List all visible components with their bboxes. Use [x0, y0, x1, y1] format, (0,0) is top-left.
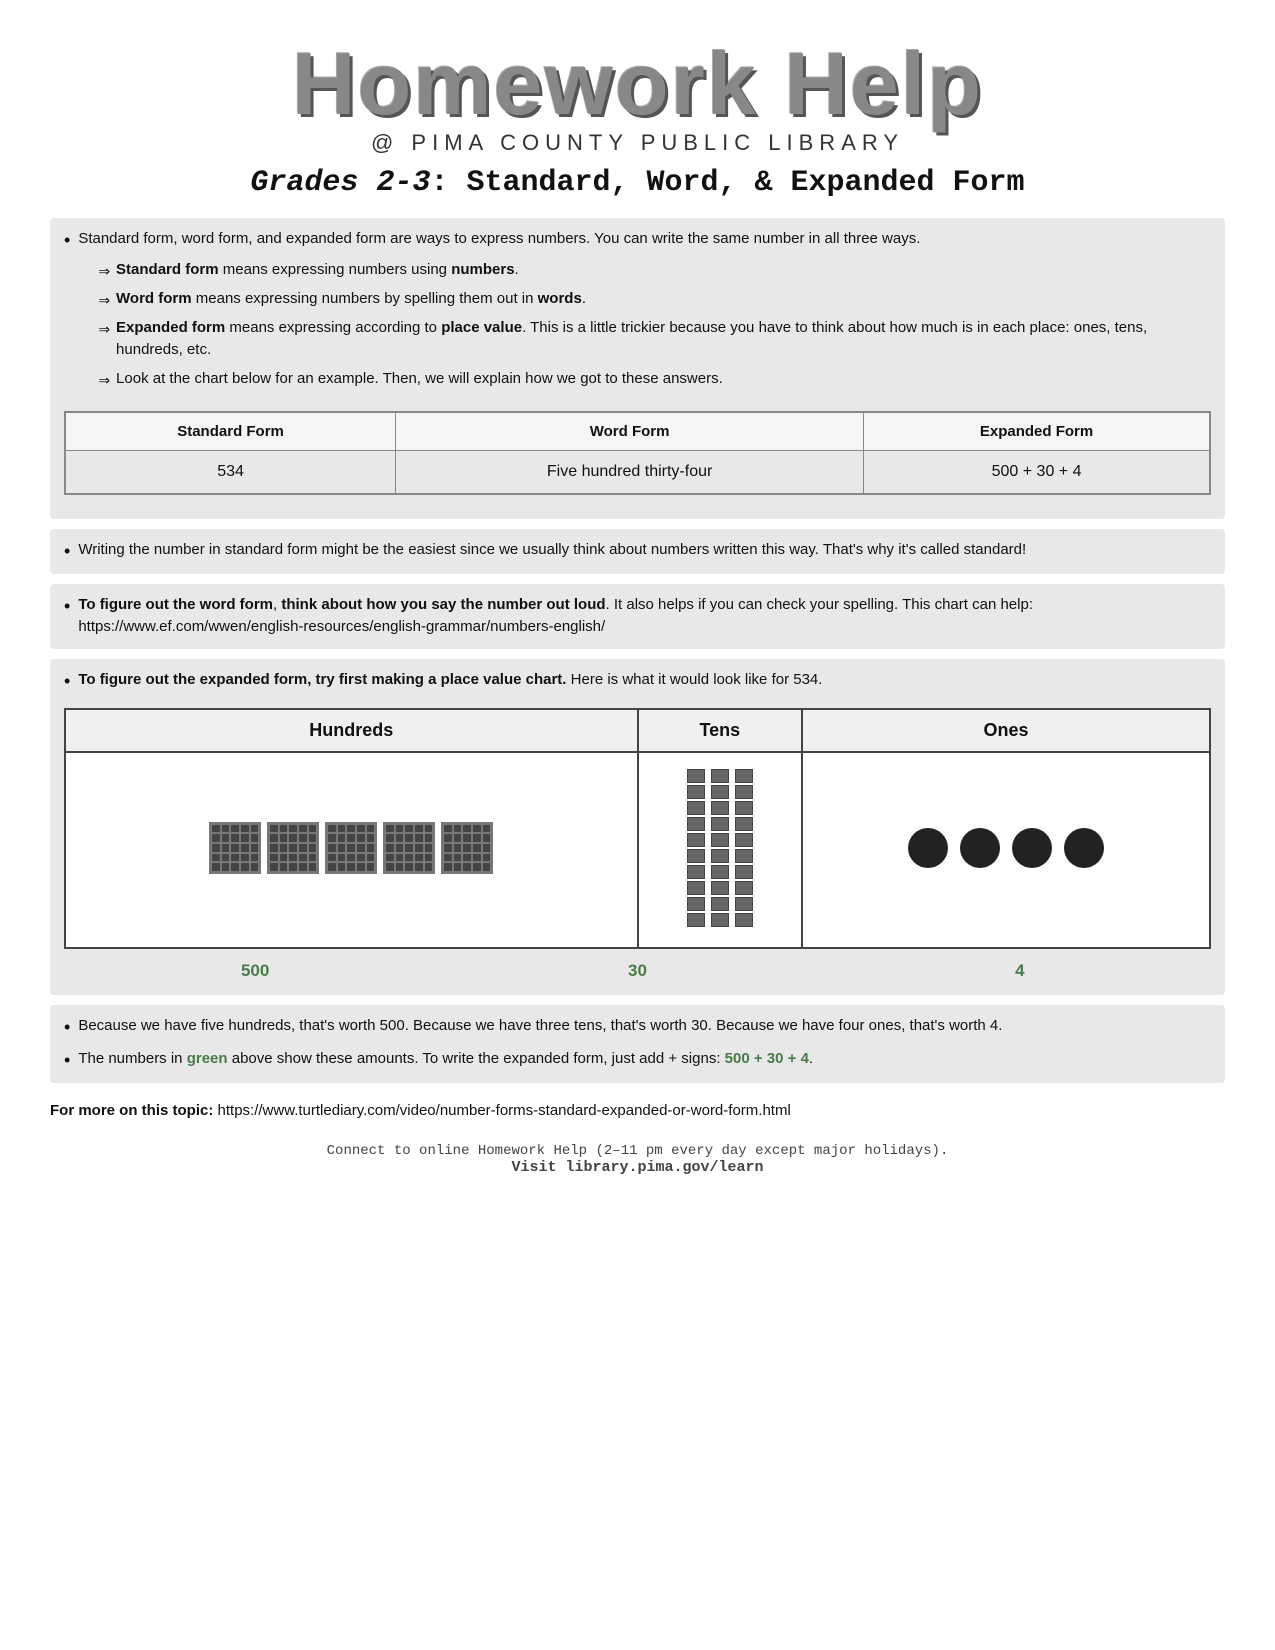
intro-section: • Standard form, word form, and expanded…: [50, 218, 1225, 519]
one-dot-4: [1064, 828, 1104, 868]
footer-line1: Connect to online Homework Help (2–11 pm…: [50, 1143, 1225, 1159]
forms-table: Standard Form Word Form Expanded Form 53…: [64, 411, 1211, 495]
sub-bullet-3: ⇒ Expanded form means expressing accordi…: [98, 317, 1211, 362]
table-header-row: Standard Form Word Form Expanded Form: [65, 412, 1210, 451]
bottom-text-2: The numbers in green above show these am…: [78, 1048, 1211, 1071]
arrow-icon-4: ⇒: [98, 370, 110, 391]
expanded-form-section: • To figure out the expanded form, try f…: [50, 659, 1225, 995]
sub-text-4: Look at the chart below for an example. …: [116, 368, 723, 391]
ones-value: 4: [829, 957, 1211, 985]
footer-line2: Visit library.pima.gov/learn: [50, 1159, 1225, 1176]
word-bullet: • To figure out the word form, think abo…: [64, 594, 1211, 639]
bullet-dot-6: •: [64, 1048, 70, 1073]
standard-bullet: • Writing the number in standard form mi…: [64, 539, 1211, 564]
col-ones: Ones: [802, 709, 1210, 752]
col-expanded-form: Expanded Form: [864, 412, 1210, 451]
place-visual-row: [65, 752, 1210, 948]
place-values-row: 500 30 4: [64, 957, 1211, 985]
hundreds-value: 500: [64, 957, 446, 985]
word-text: To figure out the word form, think about…: [78, 594, 1211, 639]
more-info-section: For more on this topic: https://www.turt…: [50, 1099, 1225, 1123]
one-dot-1: [908, 828, 948, 868]
hundred-block-1: [209, 822, 261, 874]
table-cell-word: Five hundred thirty-four: [396, 450, 864, 494]
bottom-bullet-2: • The numbers in green above show these …: [64, 1048, 1211, 1073]
hundreds-cell: [65, 752, 638, 948]
col-standard-form: Standard Form: [65, 412, 396, 451]
bullet-dot-3: •: [64, 594, 70, 619]
place-header-row: Hundreds Tens Ones: [65, 709, 1210, 752]
hundred-block-4: [383, 822, 435, 874]
hundred-block-2: [267, 822, 319, 874]
tens-rods: [649, 769, 792, 927]
header: Homework Help @ PIMA COUNTY PUBLIC LIBRA…: [50, 40, 1225, 200]
main-title: Homework Help: [50, 40, 1225, 128]
ten-rod-2: [711, 769, 729, 927]
standard-form-section: • Writing the number in standard form mi…: [50, 529, 1225, 574]
arrow-icon-1: ⇒: [98, 261, 110, 282]
intro-bullet: • Standard form, word form, and expanded…: [64, 228, 1211, 397]
tens-value: 30: [446, 957, 828, 985]
footer: Connect to online Homework Help (2–11 pm…: [50, 1143, 1225, 1176]
hundreds-blocks: [76, 822, 627, 874]
place-value-chart: Hundreds Tens Ones: [64, 708, 1211, 949]
green-text: green: [187, 1050, 228, 1067]
sub-bullets: ⇒ Standard form means expressing numbers…: [98, 259, 1211, 391]
intro-text: Standard form, word form, and expanded f…: [78, 228, 1211, 397]
col-tens: Tens: [638, 709, 803, 752]
table-row: 534 Five hundred thirty-four 500 + 30 + …: [65, 450, 1210, 494]
bottom-text-1: Because we have five hundreds, that's wo…: [78, 1015, 1211, 1038]
expanded-bullet: • To figure out the expanded form, try f…: [64, 669, 1211, 694]
ones-cell: [802, 752, 1210, 948]
sub-text-2: Word form means expressing numbers by sp…: [116, 288, 586, 311]
more-info-label: For more on this topic:: [50, 1102, 213, 1119]
bullet-dot-4: •: [64, 669, 70, 694]
grades-label: Grades 2-3: [250, 166, 430, 200]
sub-bullet-4: ⇒ Look at the chart below for an example…: [98, 368, 1211, 391]
ones-dots: [813, 828, 1199, 868]
bullet-dot-2: •: [64, 539, 70, 564]
table-cell-expanded: 500 + 30 + 4: [864, 450, 1210, 494]
hundred-block-5: [441, 822, 493, 874]
expanded-text: To figure out the expanded form, try fir…: [78, 669, 1211, 692]
formula-text: 500 + 30 + 4: [725, 1050, 809, 1067]
col-hundreds: Hundreds: [65, 709, 638, 752]
col-word-form: Word Form: [396, 412, 864, 451]
one-dot-3: [1012, 828, 1052, 868]
sub-text-3: Expanded form means expressing according…: [116, 317, 1211, 362]
hundred-block-3: [325, 822, 377, 874]
arrow-icon-3: ⇒: [98, 319, 110, 340]
more-info-url: https://www.turtlediary.com/video/number…: [218, 1102, 791, 1119]
sub-text-1: Standard form means expressing numbers u…: [116, 259, 519, 282]
one-dot-2: [960, 828, 1000, 868]
sub-bullet-2: ⇒ Word form means expressing numbers by …: [98, 288, 1211, 311]
bullet-dot: •: [64, 228, 70, 253]
sub-bullet-1: ⇒ Standard form means expressing numbers…: [98, 259, 1211, 282]
standard-text: Writing the number in standard form migh…: [78, 539, 1211, 562]
ten-rod-1: [687, 769, 705, 927]
library-subtitle: @ PIMA COUNTY PUBLIC LIBRARY: [50, 130, 1225, 156]
bottom-bullet-1: • Because we have five hundreds, that's …: [64, 1015, 1211, 1040]
bullet-dot-5: •: [64, 1015, 70, 1040]
page-title: Grades 2-3: Standard, Word, & Expanded F…: [50, 166, 1225, 200]
bottom-bullets-section: • Because we have five hundreds, that's …: [50, 1005, 1225, 1083]
word-form-section: • To figure out the word form, think abo…: [50, 584, 1225, 649]
ten-rod-3: [735, 769, 753, 927]
tens-cell: [638, 752, 803, 948]
arrow-icon-2: ⇒: [98, 290, 110, 311]
table-cell-standard: 534: [65, 450, 396, 494]
